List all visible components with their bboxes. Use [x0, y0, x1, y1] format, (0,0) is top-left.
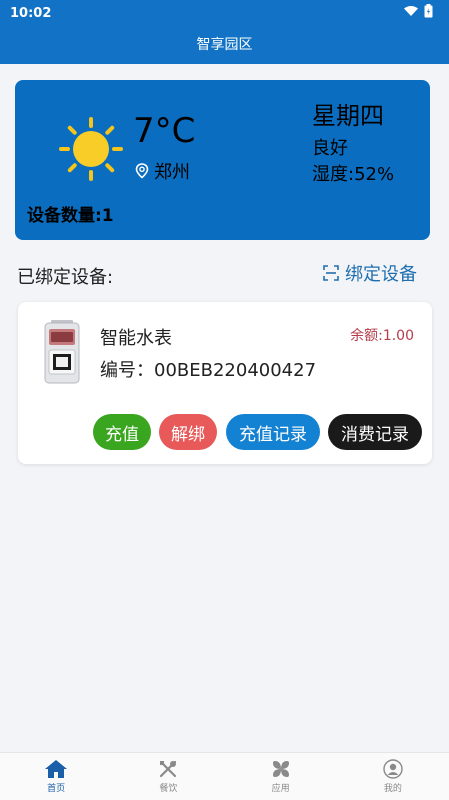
temperature: 7°C [133, 111, 196, 151]
unbind-button[interactable]: 解绑 [159, 414, 217, 450]
consumption-history-button[interactable]: 消费记录 [328, 414, 422, 450]
bind-device-button[interactable]: 绑定设备 [323, 260, 417, 286]
app-header: 10:02 智享园区 [0, 0, 449, 64]
city-name: 郑州 [154, 162, 190, 183]
scan-icon [323, 265, 339, 281]
apps-icon [272, 761, 289, 777]
tab-dining[interactable]: 餐饮 [112, 753, 224, 800]
device-name: 智能水表 [100, 328, 172, 349]
bound-devices-title: 已绑定设备: [17, 267, 114, 288]
utensils-icon [160, 760, 177, 778]
sun-icon [59, 117, 123, 181]
tab-home-label: 首页 [47, 784, 66, 794]
tab-apps-label: 应用 [271, 784, 290, 794]
status-time: 10:02 [10, 6, 52, 21]
wifi-icon [404, 5, 418, 16]
recharge-button[interactable]: 充值 [93, 414, 151, 450]
tab-profile-label: 我的 [383, 784, 402, 794]
device-card[interactable]: 智能水表 余额:1.00 编号：00BEB220400427 充值 解绑 充值记… [18, 302, 432, 464]
city-location: 郑州 [135, 158, 190, 184]
recharge-history-button[interactable]: 充值记录 [226, 414, 320, 450]
tab-dining-label: 餐饮 [159, 784, 178, 794]
tab-home[interactable]: 首页 [0, 753, 112, 800]
page-title: 智享园区 [196, 37, 253, 53]
air-quality: 良好 [312, 138, 348, 159]
water-meter-image [44, 320, 80, 384]
balance: 余额:1.00 [350, 328, 414, 344]
status-icons [404, 4, 433, 18]
home-icon [45, 760, 68, 778]
humidity: 湿度:52% [312, 164, 395, 185]
tab-profile[interactable]: 我的 [337, 753, 449, 800]
profile-icon [383, 759, 403, 779]
tab-apps[interactable]: 应用 [225, 753, 337, 800]
location-icon [135, 163, 149, 179]
device-count: 设备数量:1 [27, 206, 114, 226]
battery-icon [424, 4, 433, 18]
weekday: 星期四 [312, 102, 384, 130]
bind-device-label: 绑定设备 [345, 264, 417, 285]
bottom-tab-bar: 首页 餐饮 应用 我的 [0, 752, 449, 800]
device-code: 编号：00BEB220400427 [100, 360, 317, 381]
